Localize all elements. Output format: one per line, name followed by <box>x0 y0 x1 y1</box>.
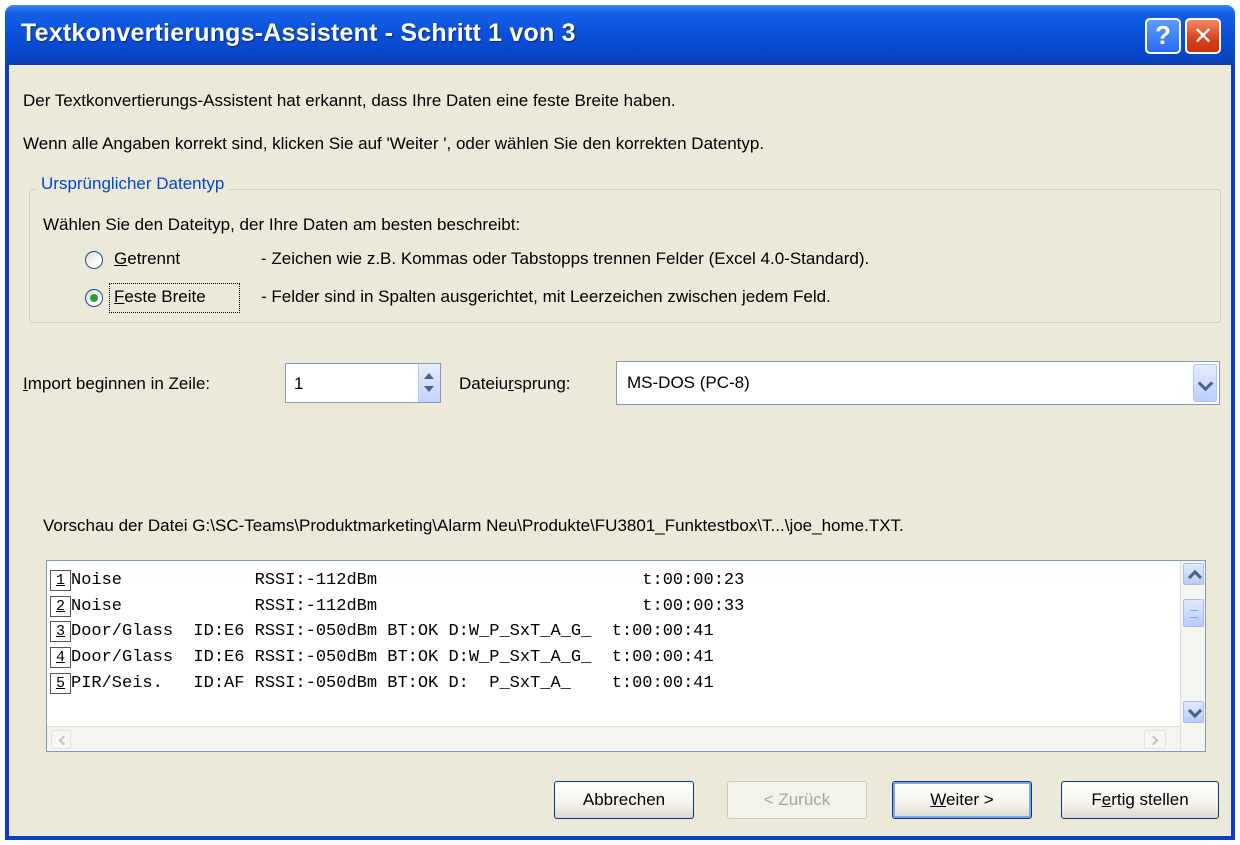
preview-row: 3 Door/Glass ID:E6 RSSI:-050dBm BT:OK D:… <box>47 621 714 644</box>
datatype-prompt: Wählen Sie den Dateityp, der Ihre Daten … <box>43 215 521 234</box>
scroll-up-button[interactable] <box>1183 563 1204 585</box>
scroll-thumb[interactable] <box>1183 599 1204 627</box>
scroll-right-button[interactable] <box>1144 730 1166 749</box>
chevron-up-icon[interactable] <box>1187 569 1203 585</box>
row-number: 5 <box>50 673 71 694</box>
dialog-title: Textkonvertierungs-Assistent - Schritt 1… <box>21 19 576 47</box>
row-text: Noise RSSI:-112dBm t:00:00:33 <box>71 597 745 616</box>
datatype-group-legend: Ursprünglicher Datentyp <box>37 174 229 194</box>
horizontal-scrollbar[interactable] <box>47 726 1180 751</box>
row-text: Door/Glass ID:E6 RSSI:-050dBm BT:OK D:W_… <box>71 648 714 667</box>
finish-button[interactable]: Fertig stellen <box>1061 781 1219 819</box>
preview-row: 4 Door/Glass ID:E6 RSSI:-050dBm BT:OK D:… <box>47 647 714 670</box>
radio-feste-breite-description: - Felder sind in Spalten ausgerichtet, m… <box>261 287 831 306</box>
row-text: Noise RSSI:-112dBm t:00:00:23 <box>71 571 745 590</box>
chevron-down-icon[interactable] <box>1197 375 1214 392</box>
file-origin-select[interactable]: MS-DOS (PC-8) <box>616 361 1220 405</box>
vertical-scrollbar[interactable] <box>1180 561 1205 751</box>
import-start-value: 1 <box>294 374 304 393</box>
preview-row: 2 Noise RSSI:-112dBm t:00:00:33 <box>47 596 744 619</box>
radio-getrennt[interactable] <box>85 251 103 269</box>
radio-selected-dot <box>90 294 98 302</box>
preview-pane[interactable]: 1 Noise RSSI:-112dBm t:00:00:23 2 Noise … <box>46 560 1206 752</box>
import-start-label: Import beginnen in Zeile: <box>23 374 211 393</box>
cancel-button[interactable]: Abbrechen <box>554 781 694 819</box>
dialog-content: Der Textkonvertierungs-Assistent hat erk… <box>9 65 1231 836</box>
radio-getrennt-label[interactable]: Getrennt <box>114 249 180 269</box>
row-number: 2 <box>50 596 71 617</box>
dialog-window: Textkonvertierungs-Assistent - Schritt 1… <box>5 5 1235 840</box>
spin-up-icon[interactable] <box>424 373 434 379</box>
help-button[interactable]: ? <box>1145 18 1181 54</box>
title-bar[interactable]: Textkonvertierungs-Assistent - Schritt 1… <box>5 5 1235 65</box>
row-number: 3 <box>50 621 71 642</box>
intro-text-2: Wenn alle Angaben korrekt sind, klicken … <box>23 134 765 153</box>
close-icon: ✕ <box>1192 23 1214 50</box>
file-origin-value: MS-DOS (PC-8) <box>627 373 750 392</box>
spin-down-icon[interactable] <box>424 386 434 392</box>
chevron-right-icon[interactable] <box>1148 735 1159 746</box>
row-number: 1 <box>50 570 71 591</box>
back-button[interactable]: < Zurück <box>727 781 867 819</box>
intro-text-1: Der Textkonvertierungs-Assistent hat erk… <box>23 91 676 110</box>
radio-feste-breite-label[interactable]: Feste Breite <box>114 287 206 307</box>
radio-getrennt-description: - Zeichen wie z.B. Kommas oder Tabstopps… <box>261 249 870 268</box>
import-start-spinner[interactable] <box>418 364 440 402</box>
preview-row: 5 PIR/Seis. ID:AF RSSI:-050dBm BT:OK D: … <box>47 673 714 696</box>
row-text: PIR/Seis. ID:AF RSSI:-050dBm BT:OK D: P_… <box>71 674 714 693</box>
chevron-left-icon[interactable] <box>58 735 69 746</box>
file-origin-dropdown-button[interactable] <box>1193 364 1217 402</box>
scroll-down-button[interactable] <box>1183 701 1204 723</box>
next-button[interactable]: Weiter > <box>892 781 1032 819</box>
preview-row: 1 Noise RSSI:-112dBm t:00:00:23 <box>47 570 744 593</box>
row-text: Door/Glass ID:E6 RSSI:-050dBm BT:OK D:W_… <box>71 622 714 641</box>
grip-icon <box>1190 610 1198 618</box>
import-start-input[interactable]: 1 <box>285 363 441 403</box>
radio-feste-breite[interactable] <box>85 289 103 307</box>
close-button[interactable]: ✕ <box>1185 18 1221 54</box>
chevron-down-icon[interactable] <box>1187 703 1203 719</box>
row-number: 4 <box>50 647 71 668</box>
scroll-left-button[interactable] <box>51 730 71 749</box>
file-origin-label: Dateiursprung: <box>459 374 571 393</box>
preview-label: Vorschau der Datei G:\SC-Teams\Produktma… <box>43 516 904 535</box>
